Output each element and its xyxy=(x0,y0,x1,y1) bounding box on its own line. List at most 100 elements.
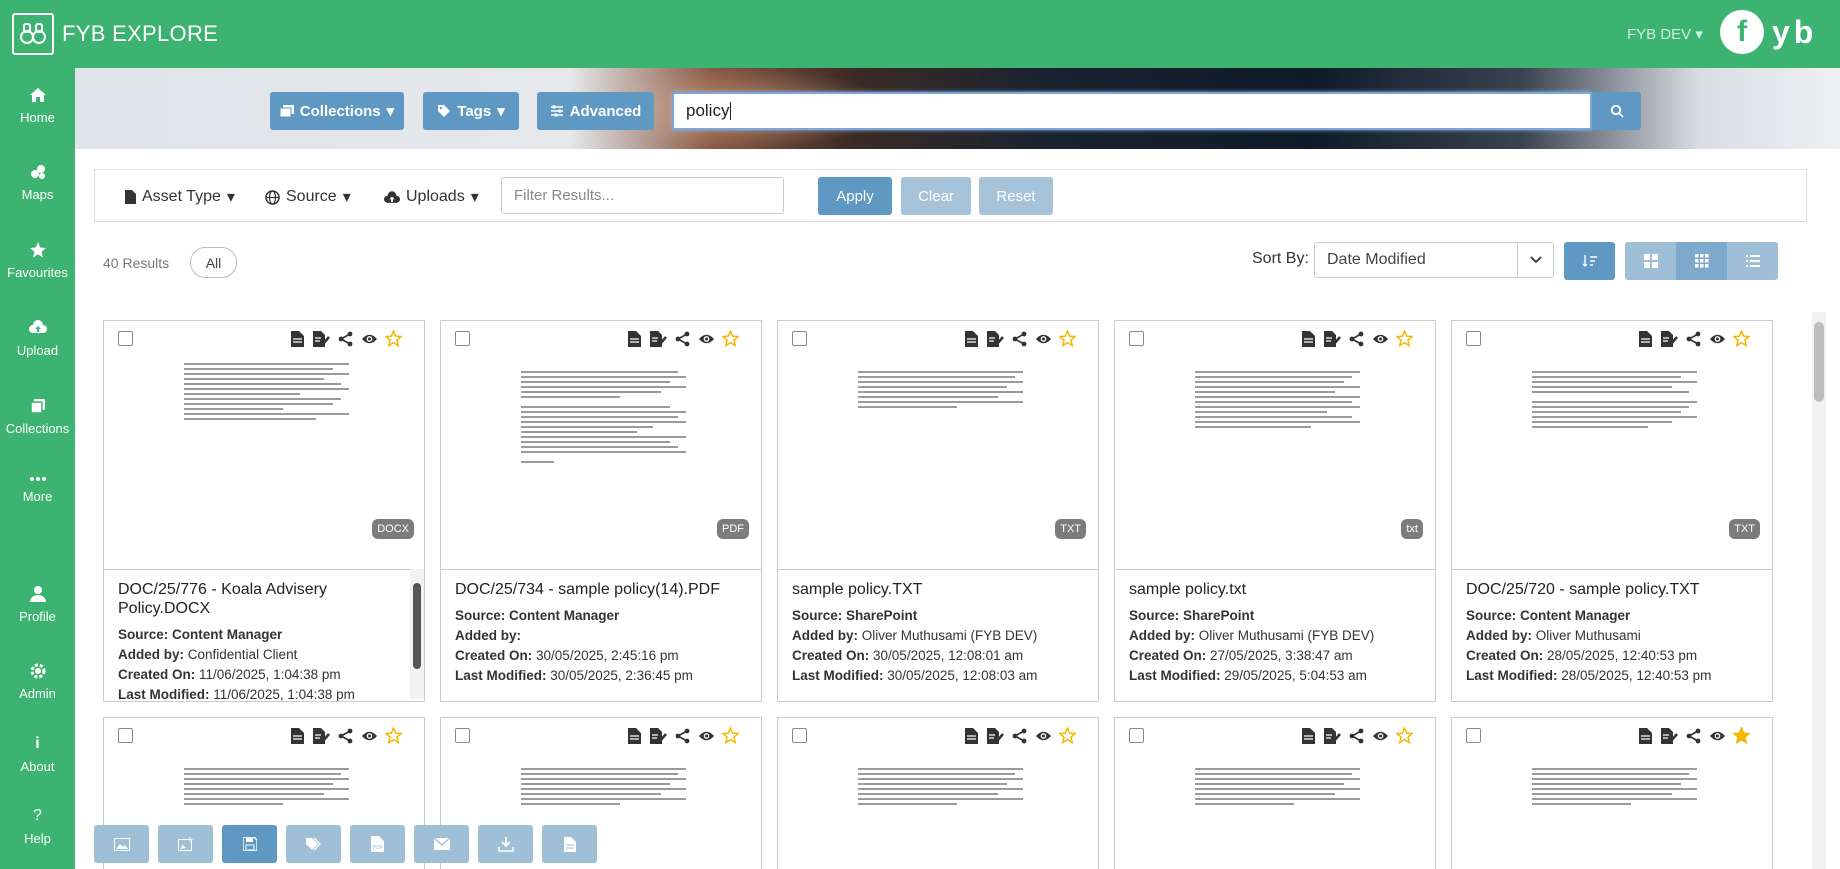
source-dropdown[interactable]: Source ▾ xyxy=(265,187,351,207)
share-icon[interactable] xyxy=(1348,330,1365,347)
image-button[interactable] xyxy=(94,825,149,863)
uploads-dropdown[interactable]: Uploads ▾ xyxy=(384,187,479,207)
star-icon[interactable] xyxy=(1059,727,1076,744)
sidebar-item-favourites[interactable]: Favourites xyxy=(0,241,75,280)
star-icon[interactable] xyxy=(722,330,739,347)
star-icon[interactable] xyxy=(385,727,402,744)
sidebar-item-home[interactable]: Home xyxy=(0,86,75,125)
asset-type-dropdown[interactable]: Asset Type ▾ xyxy=(125,187,235,207)
document-preview[interactable] xyxy=(1532,371,1697,431)
document-icon[interactable] xyxy=(963,330,980,347)
sidebar-item-profile[interactable]: Profile xyxy=(0,585,75,624)
select-checkbox[interactable] xyxy=(1129,728,1144,743)
clear-button[interactable]: Clear xyxy=(901,177,971,215)
document-icon[interactable] xyxy=(289,727,306,744)
collections-button[interactable]: Collections ▾ xyxy=(270,92,404,130)
document-preview[interactable] xyxy=(858,768,1023,808)
star-icon[interactable] xyxy=(385,330,402,347)
select-checkbox[interactable] xyxy=(1466,331,1481,346)
eye-icon[interactable] xyxy=(1035,330,1052,347)
sidebar-item-help[interactable]: ? Help xyxy=(0,807,75,846)
share-icon[interactable] xyxy=(1685,727,1702,744)
document-icon[interactable] xyxy=(963,727,980,744)
tenant-dropdown[interactable]: FYB DEV ▾ xyxy=(1627,25,1703,43)
search-button[interactable] xyxy=(1592,92,1641,130)
select-checkbox[interactable] xyxy=(455,728,470,743)
document-icon[interactable] xyxy=(1637,330,1654,347)
edit-document-icon[interactable] xyxy=(650,727,667,744)
document-icon[interactable] xyxy=(626,727,643,744)
search-input[interactable]: policy xyxy=(672,92,1592,130)
share-icon[interactable] xyxy=(674,727,691,744)
save-button[interactable] xyxy=(222,825,277,863)
sort-select[interactable]: Date Modified xyxy=(1314,242,1554,278)
card-title[interactable]: sample policy.TXT xyxy=(792,580,1086,599)
star-icon[interactable] xyxy=(1059,330,1076,347)
edit-document-icon[interactable] xyxy=(1324,727,1341,744)
star-icon[interactable] xyxy=(722,727,739,744)
advanced-search-button[interactable]: Advanced xyxy=(537,92,654,130)
star-icon[interactable] xyxy=(1733,330,1750,347)
star-icon[interactable] xyxy=(1396,330,1413,347)
edit-document-icon[interactable] xyxy=(1324,330,1341,347)
edit-document-icon[interactable] xyxy=(313,727,330,744)
share-icon[interactable] xyxy=(337,330,354,347)
edit-document-icon[interactable] xyxy=(650,330,667,347)
share-icon[interactable] xyxy=(337,727,354,744)
card-info-scrollbar-thumb[interactable] xyxy=(413,583,421,669)
asset-card[interactable]: txt sample policy.txt Source: SharePoint… xyxy=(1114,320,1436,702)
tags-button[interactable]: Tags ▾ xyxy=(423,92,519,130)
select-checkbox[interactable] xyxy=(792,331,807,346)
share-icon[interactable] xyxy=(674,330,691,347)
edit-document-icon[interactable] xyxy=(1661,330,1678,347)
apply-button[interactable]: Apply xyxy=(818,177,892,215)
pdf-button[interactable]: PDF xyxy=(350,825,405,863)
sidebar-item-upload[interactable]: Upload xyxy=(0,319,75,358)
document-preview[interactable] xyxy=(184,363,349,423)
asset-card[interactable]: TXT DOC/25/720 - sample policy.TXT Sourc… xyxy=(1451,320,1773,702)
select-checkbox[interactable] xyxy=(118,331,133,346)
page-scrollbar-thumb[interactable] xyxy=(1814,322,1824,402)
document-preview[interactable] xyxy=(521,371,686,466)
document-preview[interactable] xyxy=(1195,371,1360,431)
edit-document-icon[interactable] xyxy=(987,727,1004,744)
asset-card[interactable] xyxy=(1114,717,1436,869)
document-icon[interactable] xyxy=(626,330,643,347)
sidebar-item-maps[interactable]: Maps xyxy=(0,163,75,202)
sidebar-item-more[interactable]: More xyxy=(0,475,75,504)
sidebar-item-collections[interactable]: Collections xyxy=(0,397,75,436)
sidebar-item-admin[interactable]: Admin xyxy=(0,662,75,701)
document-preview[interactable] xyxy=(1532,768,1697,808)
share-icon[interactable] xyxy=(1348,727,1365,744)
select-checkbox[interactable] xyxy=(792,728,807,743)
card-title[interactable]: sample policy.txt xyxy=(1129,580,1423,599)
select-checkbox[interactable] xyxy=(1466,728,1481,743)
select-checkbox[interactable] xyxy=(1129,331,1144,346)
card-info-scrollbar[interactable] xyxy=(410,569,424,699)
tags-button[interactable] xyxy=(286,825,341,863)
eye-icon[interactable] xyxy=(361,727,378,744)
email-button[interactable] xyxy=(414,825,469,863)
asset-card[interactable]: TXT sample policy.TXT Source: SharePoint… xyxy=(777,320,1099,702)
edit-document-icon[interactable] xyxy=(313,330,330,347)
small-grid-view-button[interactable] xyxy=(1676,242,1727,280)
share-icon[interactable] xyxy=(1011,330,1028,347)
filter-results-input[interactable]: Filter Results... xyxy=(501,177,784,214)
eye-icon[interactable] xyxy=(1372,330,1389,347)
page-scrollbar[interactable] xyxy=(1812,312,1826,869)
list-view-button[interactable] xyxy=(1727,242,1778,280)
star-filled-icon[interactable] xyxy=(1733,727,1750,744)
card-title[interactable]: DOC/25/776 - Koala Advisery Policy.DOCX xyxy=(118,580,412,618)
document-preview[interactable] xyxy=(1195,768,1360,808)
share-icon[interactable] xyxy=(1011,727,1028,744)
document-icon[interactable] xyxy=(1300,727,1317,744)
eye-icon[interactable] xyxy=(698,330,715,347)
document-icon[interactable] xyxy=(289,330,306,347)
card-title[interactable]: DOC/25/734 - sample policy(14).PDF xyxy=(455,580,749,599)
asset-card[interactable] xyxy=(1451,717,1773,869)
document-icon[interactable] xyxy=(1637,727,1654,744)
share-icon[interactable] xyxy=(1685,330,1702,347)
document-preview[interactable] xyxy=(184,768,349,808)
all-filter-pill[interactable]: All xyxy=(190,247,237,278)
card-title[interactable]: DOC/25/720 - sample policy.TXT xyxy=(1466,580,1760,599)
